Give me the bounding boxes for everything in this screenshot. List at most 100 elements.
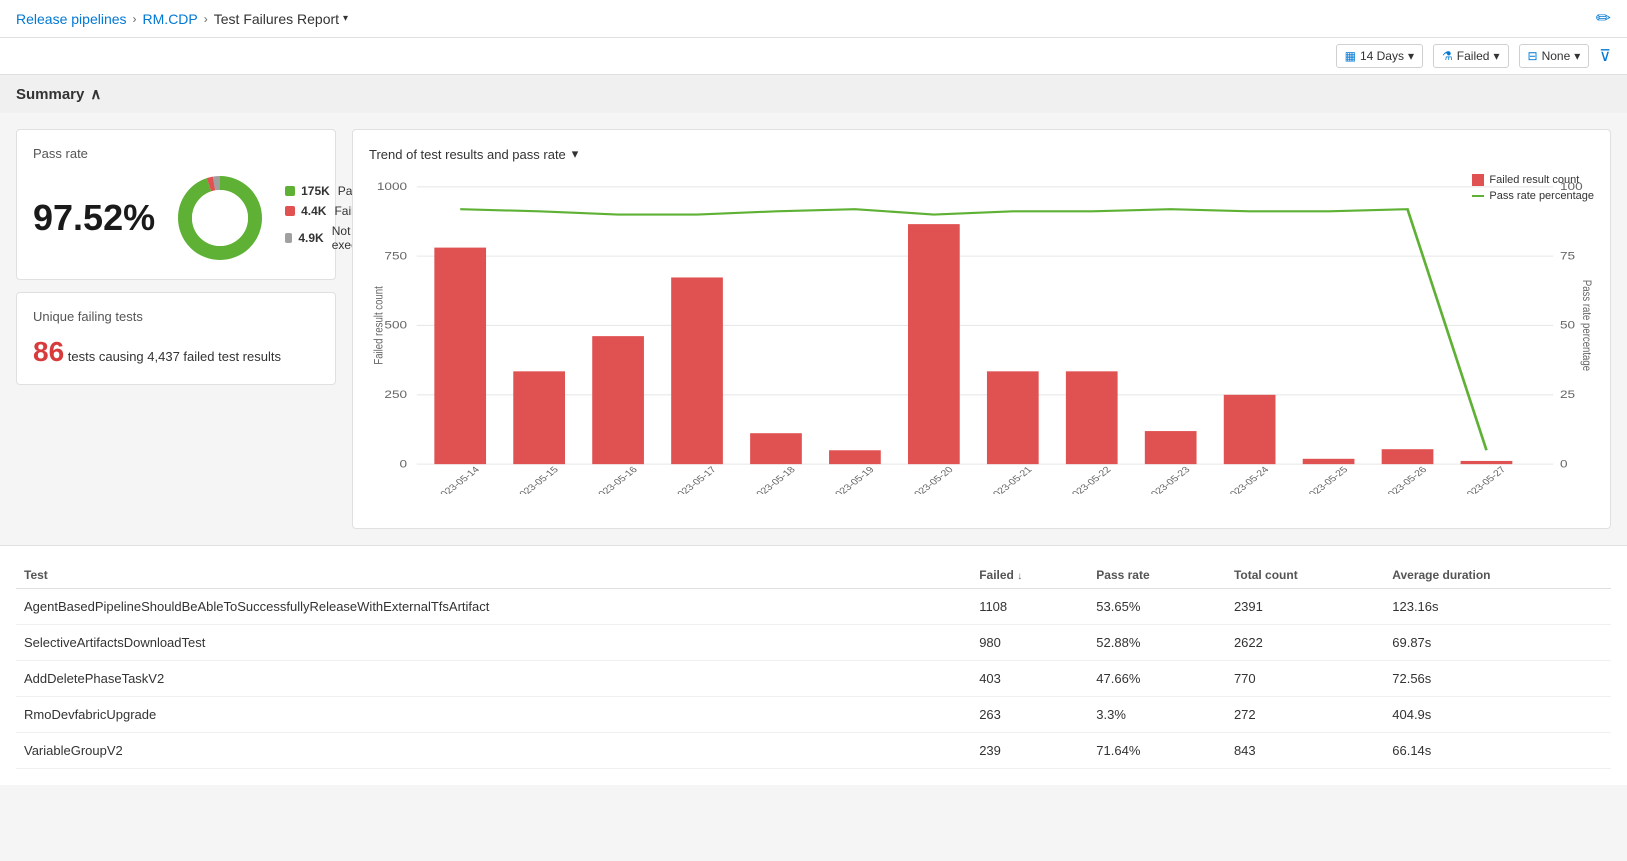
pass-rate-content: 97.52% <box>33 173 319 263</box>
status-filter-btn[interactable]: ⚗ Failed ▾ <box>1433 44 1508 68</box>
table-section: Test Failed ↓ Pass rate Total count Aver… <box>0 545 1627 785</box>
summary-title: Summary <box>16 86 84 103</box>
cell-avg-duration: 404.9s <box>1384 697 1611 733</box>
chevron-down-icon[interactable]: ▾ <box>572 146 579 162</box>
cell-test: RmoDevfabricUpgrade <box>16 697 971 733</box>
svg-text:0: 0 <box>1560 458 1568 470</box>
cell-total-count: 843 <box>1226 733 1384 769</box>
passed-dot <box>285 186 295 196</box>
left-panels: Pass rate 97.52% <box>16 129 336 529</box>
donut-chart <box>175 173 265 263</box>
filter-icon-btn[interactable]: ⊽ <box>1599 46 1611 66</box>
cell-avg-duration: 66.14s <box>1384 733 1611 769</box>
cell-pass-rate: 3.3% <box>1088 697 1226 733</box>
svg-text:Failed result count: Failed result count <box>373 286 386 364</box>
filter-bar: ▦ 14 Days ▾ ⚗ Failed ▾ ⊟ None ▾ ⊽ <box>0 38 1627 75</box>
svg-text:2023-05-26: 2023-05-26 <box>1382 465 1430 494</box>
cell-pass-rate: 71.64% <box>1088 733 1226 769</box>
svg-text:75: 75 <box>1560 250 1575 262</box>
table-row: AddDeletePhaseTaskV2 403 47.66% 770 72.5… <box>16 661 1611 697</box>
svg-text:2023-05-25: 2023-05-25 <box>1303 465 1351 494</box>
chart-area: Failed result count Pass rate percentage… <box>369 174 1594 494</box>
pass-rate-label: Pass rate <box>33 146 319 161</box>
chevron-down-icon: ▾ <box>1493 49 1499 63</box>
cell-failed: 239 <box>971 733 1088 769</box>
svg-text:2023-05-18: 2023-05-18 <box>750 465 798 494</box>
svg-text:2023-05-14: 2023-05-14 <box>434 465 482 494</box>
svg-text:500: 500 <box>384 319 407 331</box>
table-header-row: Test Failed ↓ Pass rate Total count Aver… <box>16 562 1611 589</box>
chevron-down-icon: ▾ <box>1574 49 1580 63</box>
summary-header[interactable]: Summary ∧ <box>0 75 1627 113</box>
unique-failing-content: 86 tests causing 4,437 failed test resul… <box>33 336 319 368</box>
cell-failed: 403 <box>971 661 1088 697</box>
cell-test: VariableGroupV2 <box>16 733 971 769</box>
pass-rate-legend-label: Pass rate percentage <box>1489 190 1594 202</box>
svg-text:50: 50 <box>1560 319 1575 331</box>
breadcrumb: Release pipelines › RM.CDP › Test Failur… <box>16 11 348 27</box>
breadcrumb-current: Test Failures Report ▾ <box>214 11 348 27</box>
cell-avg-duration: 69.87s <box>1384 625 1611 661</box>
cell-total-count: 2622 <box>1226 625 1384 661</box>
group-filter-btn[interactable]: ⊟ None ▾ <box>1519 44 1590 68</box>
pass-rate-panel: Pass rate 97.52% <box>16 129 336 280</box>
chevron-up-icon: ∧ <box>90 85 101 103</box>
svg-text:2023-05-22: 2023-05-22 <box>1066 465 1114 494</box>
calendar-icon: ▦ <box>1345 49 1356 63</box>
svg-text:2023-05-19: 2023-05-19 <box>829 465 877 494</box>
unique-failing-label: Unique failing tests <box>33 309 319 324</box>
cell-test: AgentBasedPipelineShouldBeAbleToSuccessf… <box>16 589 971 625</box>
svg-text:2023-05-17: 2023-05-17 <box>671 465 719 494</box>
cell-failed: 263 <box>971 697 1088 733</box>
pass-rate-value: 97.52% <box>33 197 155 239</box>
svg-text:2023-05-27: 2023-05-27 <box>1461 465 1509 494</box>
funnel-icon: ⊽ <box>1599 48 1611 65</box>
chart-svg: 1000 750 500 250 0 100 75 50 25 0 <box>369 174 1594 494</box>
svg-text:2023-05-20: 2023-05-20 <box>908 465 956 494</box>
top-bar: Release pipelines › RM.CDP › Test Failur… <box>0 0 1627 38</box>
failed-legend-label: Failed result count <box>1489 174 1579 186</box>
col-header-test: Test <box>16 562 971 589</box>
unique-count: 86 <box>33 336 64 367</box>
table-row: RmoDevfabricUpgrade 263 3.3% 272 404.9s <box>16 697 1611 733</box>
unique-failing-panel: Unique failing tests 86 tests causing 4,… <box>16 292 336 385</box>
days-filter-btn[interactable]: ▦ 14 Days ▾ <box>1336 44 1423 68</box>
chevron-down-icon: ▾ <box>1408 49 1414 63</box>
content-area: Summary ∧ Pass rate 97.52% <box>0 75 1627 785</box>
pass-rate-swatch <box>1472 190 1484 202</box>
col-header-pass-rate: Pass rate <box>1088 562 1226 589</box>
not-executed-dot <box>285 233 292 243</box>
sort-icon: ↓ <box>1017 571 1022 582</box>
cell-test: AddDeletePhaseTaskV2 <box>16 661 971 697</box>
svg-text:0: 0 <box>400 458 408 470</box>
chart-legend-failed: Failed result count <box>1472 174 1594 186</box>
table-row: AgentBasedPipelineShouldBeAbleToSuccessf… <box>16 589 1611 625</box>
data-table: Test Failed ↓ Pass rate Total count Aver… <box>16 562 1611 769</box>
col-header-failed[interactable]: Failed ↓ <box>971 562 1088 589</box>
cell-total-count: 770 <box>1226 661 1384 697</box>
cell-failed: 1108 <box>971 589 1088 625</box>
failed-swatch <box>1472 174 1484 186</box>
table-row: VariableGroupV2 239 71.64% 843 66.14s <box>16 733 1611 769</box>
cell-pass-rate: 53.65% <box>1088 589 1226 625</box>
filter-beaker-icon: ⚗ <box>1442 49 1453 63</box>
cell-total-count: 272 <box>1226 697 1384 733</box>
breadcrumb-item-1[interactable]: Release pipelines <box>16 11 127 27</box>
svg-text:Pass rate percentage: Pass rate percentage <box>1580 280 1593 371</box>
edit-icon[interactable]: ✏ <box>1596 8 1611 29</box>
trend-chart-panel: Trend of test results and pass rate ▾ Fa… <box>352 129 1611 529</box>
donut-svg <box>175 173 265 263</box>
table-body: AgentBasedPipelineShouldBeAbleToSuccessf… <box>16 589 1611 769</box>
svg-text:2023-05-15: 2023-05-15 <box>513 465 561 494</box>
chart-legend-pass-rate: Pass rate percentage <box>1472 190 1594 202</box>
group-icon: ⊟ <box>1528 49 1538 63</box>
chart-header: Trend of test results and pass rate ▾ <box>369 146 1594 162</box>
table-row: SelectiveArtifactsDownloadTest 980 52.88… <box>16 625 1611 661</box>
svg-text:2023-05-23: 2023-05-23 <box>1145 465 1193 494</box>
breadcrumb-sep-1: › <box>133 12 137 26</box>
svg-text:250: 250 <box>384 388 407 400</box>
cell-avg-duration: 72.56s <box>1384 661 1611 697</box>
svg-text:2023-05-21: 2023-05-21 <box>987 465 1035 494</box>
breadcrumb-item-2[interactable]: RM.CDP <box>143 11 198 27</box>
cell-pass-rate: 47.66% <box>1088 661 1226 697</box>
